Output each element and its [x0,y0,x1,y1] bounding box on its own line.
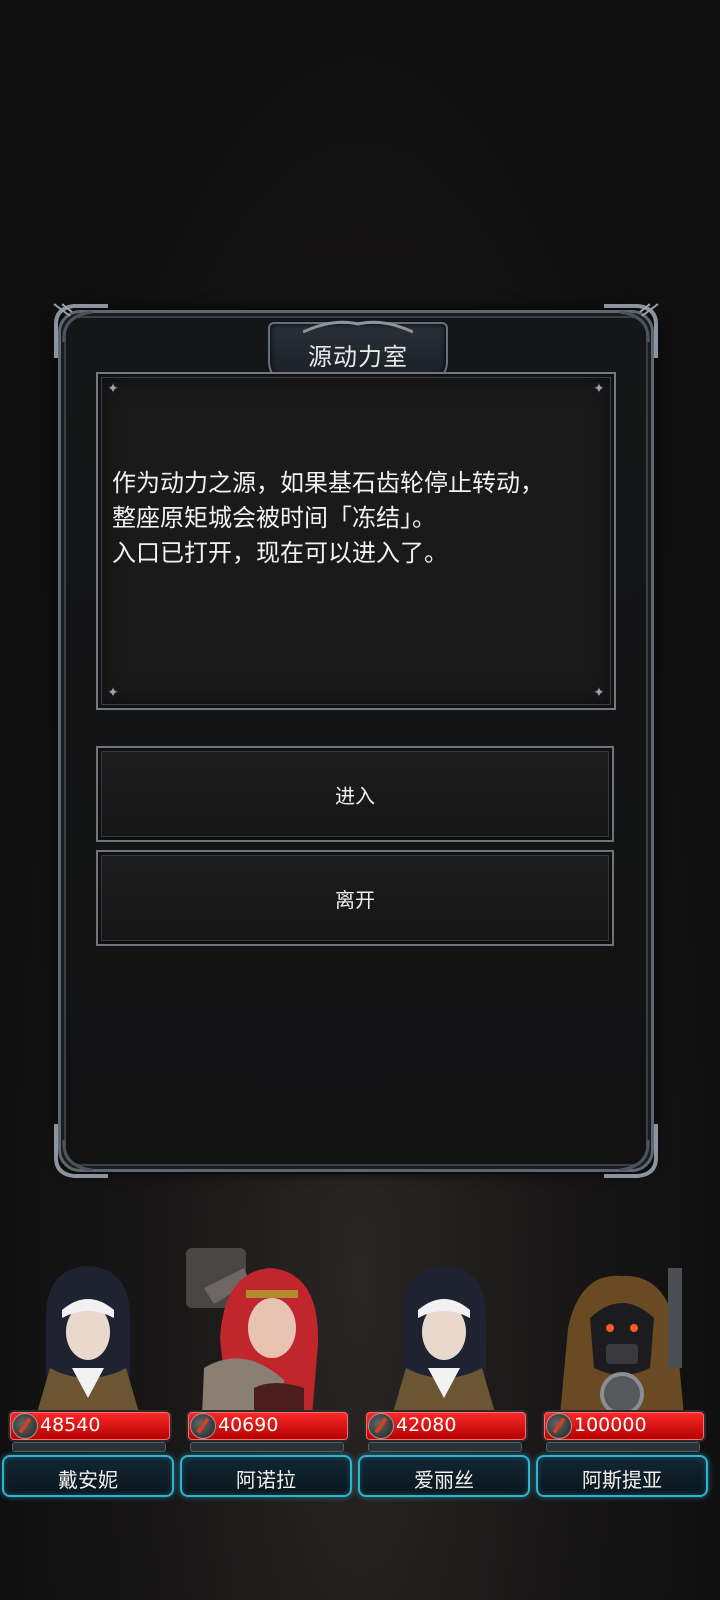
hp-bar: 100000 [542,1410,706,1442]
party-member[interactable]: 40690 阿诺拉 [178,1240,354,1552]
message-panel: ✦ ✦ ✦ ✦ 作为动力之源，如果基石齿轮停止转动， 整座原矩城会被时间「冻结」… [96,372,616,710]
frame-ornament-icon [600,1120,660,1180]
dialog-title: 源动力室 [308,343,408,371]
nun-portrait-icon [6,1248,170,1416]
sword-icon [546,1413,572,1439]
name-plate[interactable]: 戴安妮 [2,1455,174,1497]
sparkle-icon: ✦ [107,685,119,701]
sparkle-icon: ✦ [593,685,605,701]
frame-ornament-icon [52,1120,112,1180]
energy-bar [12,1442,166,1452]
leave-button[interactable]: 离开 [96,850,614,946]
enter-button[interactable]: 进入 [96,746,614,842]
game-screen: 源动力室 ✦ ✦ ✦ ✦ 作为动力之源，如果基石齿轮停止转动， 整座原矩城会被时… [0,0,720,1600]
sparkle-icon: ✦ [593,381,605,397]
name-plate[interactable]: 爱丽丝 [358,1455,530,1497]
member-name: 阿斯提亚 [582,1468,662,1492]
sparkle-icon: ✦ [107,381,119,397]
title-ornament-icon [303,320,413,334]
hooded-mechanic-portrait-icon [540,1248,704,1416]
sword-icon [368,1413,394,1439]
hp-bar: 40690 [186,1410,350,1442]
frame-ornament-icon [52,302,112,362]
red-haired-warrior-portrait-icon [184,1248,348,1416]
hp-value: 100000 [574,1414,647,1436]
event-dialog: 源动力室 ✦ ✦ ✦ ✦ 作为动力之源，如果基石齿轮停止转动， 整座原矩城会被时… [53,303,659,1178]
sword-icon [12,1413,38,1439]
party-member[interactable]: 42080 爱丽丝 [356,1240,532,1552]
energy-bar [190,1442,344,1452]
member-name: 戴安妮 [58,1468,118,1492]
dialog-message: 作为动力之源，如果基石齿轮停止转动， 整座原矩城会被时间「冻结」。 入口已打开，… [112,469,544,567]
energy-bar [546,1442,700,1452]
name-plate[interactable]: 阿诺拉 [180,1455,352,1497]
hp-bar: 42080 [364,1410,528,1442]
party-member[interactable]: 48540 戴安妮 [0,1240,176,1552]
hp-value: 40690 [218,1414,279,1436]
nun-portrait-icon [362,1248,526,1416]
member-name: 爱丽丝 [414,1468,474,1492]
party-member[interactable]: 100000 阿斯提亚 [534,1240,710,1552]
frame-ornament-icon [600,302,660,362]
hp-value: 48540 [40,1414,101,1436]
energy-bar [368,1442,522,1452]
hp-bar: 48540 [8,1410,172,1442]
enter-button-label: 进入 [335,784,375,808]
name-plate[interactable]: 阿斯提亚 [536,1455,708,1497]
party-bar: 48540 戴安妮 40690 阿诺拉 42080 爱丽丝 100000 阿斯提… [0,1240,720,1600]
hp-value: 42080 [396,1414,457,1436]
sword-icon [190,1413,216,1439]
leave-button-label: 离开 [335,888,375,912]
member-name: 阿诺拉 [236,1468,296,1492]
